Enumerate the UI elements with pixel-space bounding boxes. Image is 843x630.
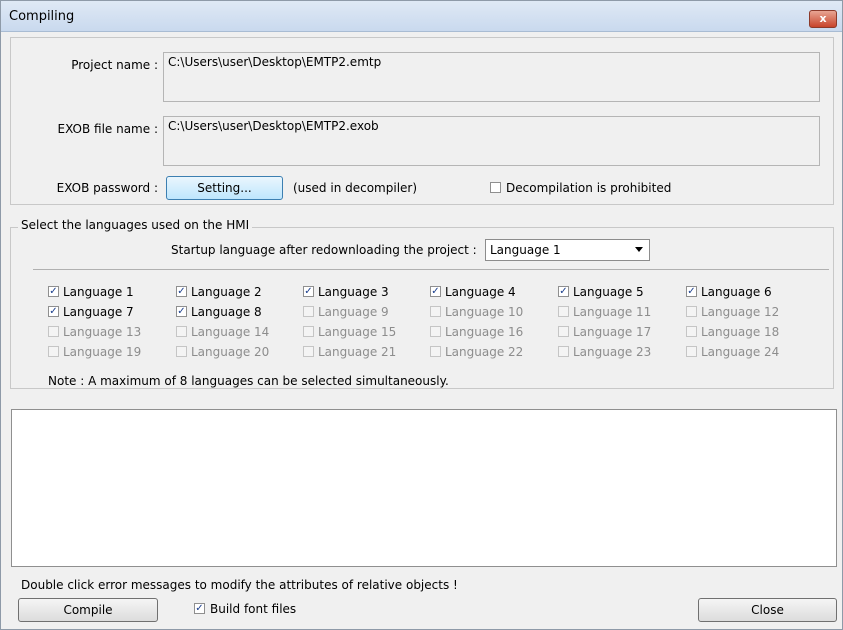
decompilation-prohibited-checkbox[interactable]	[490, 182, 501, 193]
language-label: Language 19	[63, 345, 142, 359]
language-label: Language 8	[191, 305, 262, 319]
exob-password-label: EXOB password :	[56, 181, 158, 195]
window-title: Compiling	[9, 9, 75, 24]
language-label: Language 15	[318, 325, 397, 339]
language-label: Language 13	[63, 325, 142, 339]
language-checkbox	[686, 306, 697, 317]
language-label: Language 1	[63, 285, 134, 299]
language-checkbox[interactable]: ✓	[48, 306, 59, 317]
decompilation-prohibited-label: Decompilation is prohibited	[506, 181, 672, 195]
password-setting-button[interactable]: Setting...	[166, 176, 283, 200]
language-label: Language 22	[445, 345, 524, 359]
language-label: Language 16	[445, 325, 524, 339]
language-checkbox[interactable]: ✓	[48, 286, 59, 297]
language-label: Language 6	[701, 285, 772, 299]
error-messages-list[interactable]	[11, 409, 837, 567]
language-label: Language 24	[701, 345, 780, 359]
language-checkbox	[48, 326, 59, 337]
languages-group-label: Select the languages used on the HMI	[18, 218, 253, 232]
language-label: Language 14	[191, 325, 270, 339]
title-bar: Compiling x	[1, 1, 842, 32]
language-checkbox	[558, 326, 569, 337]
startup-language-value: Language 1	[490, 243, 561, 257]
language-checkbox	[686, 326, 697, 337]
language-label: Language 5	[573, 285, 644, 299]
language-label: Language 4	[445, 285, 516, 299]
compile-button[interactable]: Compile	[18, 598, 158, 622]
max-languages-note: Note : A maximum of 8 languages can be s…	[48, 374, 449, 388]
project-name-field: C:\Users\user\Desktop\EMTP2.emtp	[163, 52, 820, 102]
language-label: Language 11	[573, 305, 652, 319]
language-checkbox[interactable]: ✓	[686, 286, 697, 297]
language-label: Language 9	[318, 305, 389, 319]
language-label: Language 2	[191, 285, 262, 299]
language-label: Language 3	[318, 285, 389, 299]
language-checkbox	[430, 326, 441, 337]
language-label: Language 23	[573, 345, 652, 359]
close-button[interactable]: Close	[698, 598, 837, 622]
language-label: Language 10	[445, 305, 524, 319]
language-checkbox	[303, 346, 314, 357]
build-font-files-label: Build font files	[210, 602, 297, 616]
language-label: Language 21	[318, 345, 397, 359]
error-hint-text: Double click error messages to modify th…	[21, 578, 458, 592]
language-checkbox	[303, 326, 314, 337]
close-window-button[interactable]: x	[809, 10, 837, 28]
chevron-down-icon	[635, 247, 643, 252]
language-checkbox[interactable]: ✓	[176, 286, 187, 297]
language-checkbox[interactable]: ✓	[430, 286, 441, 297]
language-checkbox	[686, 346, 697, 357]
compiling-dialog: Compiling x Project name : C:\Users\user…	[0, 0, 843, 630]
language-checkbox	[558, 346, 569, 357]
language-label: Language 18	[701, 325, 780, 339]
language-checkbox[interactable]: ✓	[176, 306, 187, 317]
exob-file-name-field: C:\Users\user\Desktop\EMTP2.exob	[163, 116, 820, 166]
language-checkbox	[303, 306, 314, 317]
project-name-label: Project name :	[71, 58, 158, 72]
language-checkbox	[176, 346, 187, 357]
language-label: Language 12	[701, 305, 780, 319]
language-label: Language 17	[573, 325, 652, 339]
startup-language-select[interactable]: Language 1	[485, 239, 650, 261]
language-checkbox[interactable]: ✓	[303, 286, 314, 297]
language-label: Language 7	[63, 305, 134, 319]
language-checkbox	[430, 346, 441, 357]
language-checkbox	[48, 346, 59, 357]
separator	[33, 269, 829, 270]
language-checkbox	[430, 306, 441, 317]
startup-language-label: Startup language after redownloading the…	[171, 243, 477, 257]
language-label: Language 20	[191, 345, 270, 359]
setting-note: (used in decompiler)	[293, 181, 418, 195]
checkmark-icon: ✓	[195, 603, 204, 614]
exob-file-name-label: EXOB file name :	[57, 122, 158, 136]
language-checkbox	[558, 306, 569, 317]
language-checkbox[interactable]: ✓	[558, 286, 569, 297]
language-checkbox	[176, 326, 187, 337]
build-font-files-checkbox[interactable]: ✓	[194, 603, 205, 614]
